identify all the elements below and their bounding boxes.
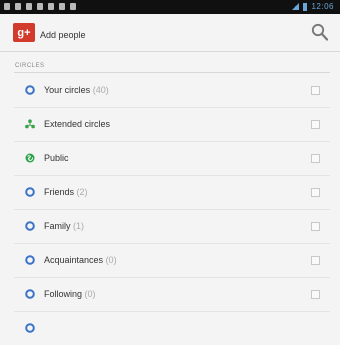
circle-item-following[interactable]: Following (0) bbox=[14, 278, 330, 312]
select-checkbox[interactable] bbox=[311, 154, 320, 163]
status-bar: 12:06 bbox=[0, 0, 340, 14]
search-icon[interactable] bbox=[311, 23, 328, 41]
circle-item-extended-circles[interactable]: Extended circles bbox=[14, 108, 330, 142]
circle-item-label: Extended circles bbox=[44, 119, 111, 129]
circle-icon bbox=[25, 255, 35, 265]
signal-icon bbox=[292, 3, 300, 10]
circle-item-public[interactable]: Public bbox=[14, 142, 330, 176]
circle-icon bbox=[25, 221, 35, 231]
select-checkbox[interactable] bbox=[311, 86, 320, 95]
circle-item-label: Friends (2) bbox=[44, 187, 88, 197]
select-checkbox[interactable] bbox=[311, 256, 320, 265]
system-status: 12:06 bbox=[292, 2, 334, 11]
page-title: Add people bbox=[40, 30, 86, 40]
circle-item-label: Family (1) bbox=[44, 221, 85, 231]
battery-icon bbox=[303, 2, 308, 11]
circle-icon bbox=[25, 187, 35, 197]
action-bar: g+ Add people bbox=[0, 14, 340, 52]
circle-item-acquaintances[interactable]: Acquaintances (0) bbox=[14, 244, 330, 278]
extended-circles-icon bbox=[25, 119, 35, 129]
circle-item-friends[interactable]: Friends (2) bbox=[14, 176, 330, 210]
circle-item-label: Following (0) bbox=[44, 289, 96, 299]
notification-icons bbox=[4, 3, 76, 10]
select-checkbox[interactable] bbox=[311, 120, 320, 129]
circle-item-label: Acquaintances (0) bbox=[44, 255, 117, 265]
circles-list: Your circles (40) Extended circles Publi… bbox=[0, 74, 340, 345]
circle-item-label: Public bbox=[44, 153, 69, 163]
select-checkbox[interactable] bbox=[311, 290, 320, 299]
select-checkbox[interactable] bbox=[311, 188, 320, 197]
section-divider bbox=[14, 72, 330, 73]
circle-icon bbox=[25, 85, 35, 95]
google-plus-logo[interactable]: g+ bbox=[13, 23, 35, 42]
section-header: CIRCLES bbox=[15, 63, 45, 69]
circle-icon bbox=[25, 289, 35, 299]
status-time: 12:06 bbox=[311, 2, 334, 11]
circle-item-partial[interactable] bbox=[14, 312, 330, 345]
circle-item-your-circles[interactable]: Your circles (40) bbox=[14, 74, 330, 108]
circle-item-family[interactable]: Family (1) bbox=[14, 210, 330, 244]
select-checkbox[interactable] bbox=[311, 222, 320, 231]
public-icon bbox=[25, 153, 35, 163]
circle-item-label: Your circles (40) bbox=[44, 85, 109, 95]
circle-icon bbox=[25, 323, 35, 333]
